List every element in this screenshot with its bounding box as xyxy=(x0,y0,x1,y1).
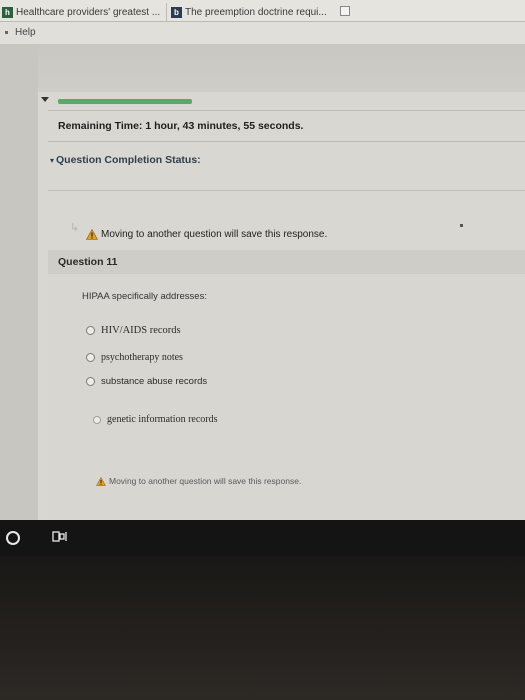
save-warning-text: Moving to another question will save thi… xyxy=(101,229,328,240)
option-psychotherapy[interactable]: psychotherapy notes xyxy=(86,352,183,363)
faint-arrow-icon: ↳ xyxy=(70,222,80,234)
help-menu[interactable]: Help xyxy=(15,27,36,38)
tab-favicon: b xyxy=(171,6,182,18)
remaining-time: Remaining Time: 1 hour, 43 minutes, 55 s… xyxy=(58,120,303,132)
save-warning-text: Moving to another question will save thi… xyxy=(109,476,302,486)
option-hiv-aids[interactable]: HIV/AIDS records xyxy=(86,325,181,336)
browser-window: h Healthcare providers' greatest ... b T… xyxy=(0,0,525,520)
divider xyxy=(48,190,525,191)
tab-preemption[interactable]: b The preemption doctrine requi... xyxy=(166,3,351,21)
radio-button[interactable] xyxy=(86,377,95,386)
progress-bar xyxy=(58,99,192,104)
option-substance-abuse[interactable]: substance abuse records xyxy=(86,376,207,387)
completion-status[interactable]: ▾ Question Completion Status: xyxy=(50,154,201,166)
question-title: Question 11 xyxy=(58,256,118,268)
option-label: substance abuse records xyxy=(101,376,208,387)
new-tab-button[interactable] xyxy=(340,6,350,16)
radio-button[interactable] xyxy=(93,415,101,424)
page-header xyxy=(0,44,525,92)
chevron-down-icon[interactable] xyxy=(41,97,49,102)
option-label: genetic information records xyxy=(107,414,218,425)
tab-bar: h Healthcare providers' greatest ... b T… xyxy=(0,0,525,22)
save-warning-top: Moving to another question will save thi… xyxy=(85,228,328,240)
cursor-mark xyxy=(460,224,463,227)
tab-label: Healthcare providers' greatest ... xyxy=(16,6,161,18)
radio-button[interactable] xyxy=(86,353,95,362)
tab-favicon: h xyxy=(2,6,13,18)
remaining-time-value: 1 hour, 43 minutes, 55 seconds. xyxy=(145,120,304,132)
question-header xyxy=(48,250,525,274)
tab-label: The preemption doctrine requi... xyxy=(185,6,327,18)
taskbar xyxy=(0,520,525,556)
completion-status-label: Question Completion Status: xyxy=(56,154,201,166)
question-text: HIPAA specifically addresses: xyxy=(82,291,207,302)
tab-healthcare[interactable]: h Healthcare providers' greatest ... xyxy=(2,3,167,21)
radio-button[interactable] xyxy=(86,326,95,335)
warning-triangle-icon xyxy=(96,476,106,486)
collapse-toggle-icon[interactable]: ▾ xyxy=(50,156,54,165)
option-genetic[interactable]: genetic information records xyxy=(93,414,218,425)
task-view-icon[interactable] xyxy=(52,530,68,544)
remaining-time-label: Remaining Time: xyxy=(58,120,143,132)
save-warning-bottom: Moving to another question will save thi… xyxy=(96,476,301,486)
menu-bar xyxy=(0,22,525,44)
option-label: psychotherapy notes xyxy=(101,352,183,363)
warning-triangle-icon xyxy=(85,228,99,240)
option-label: HIV/AIDS records xyxy=(101,325,181,336)
cortana-circle-icon[interactable] xyxy=(6,531,20,545)
menu-bullet xyxy=(5,31,8,34)
left-gutter xyxy=(0,44,38,520)
monitor-bezel xyxy=(0,556,525,700)
